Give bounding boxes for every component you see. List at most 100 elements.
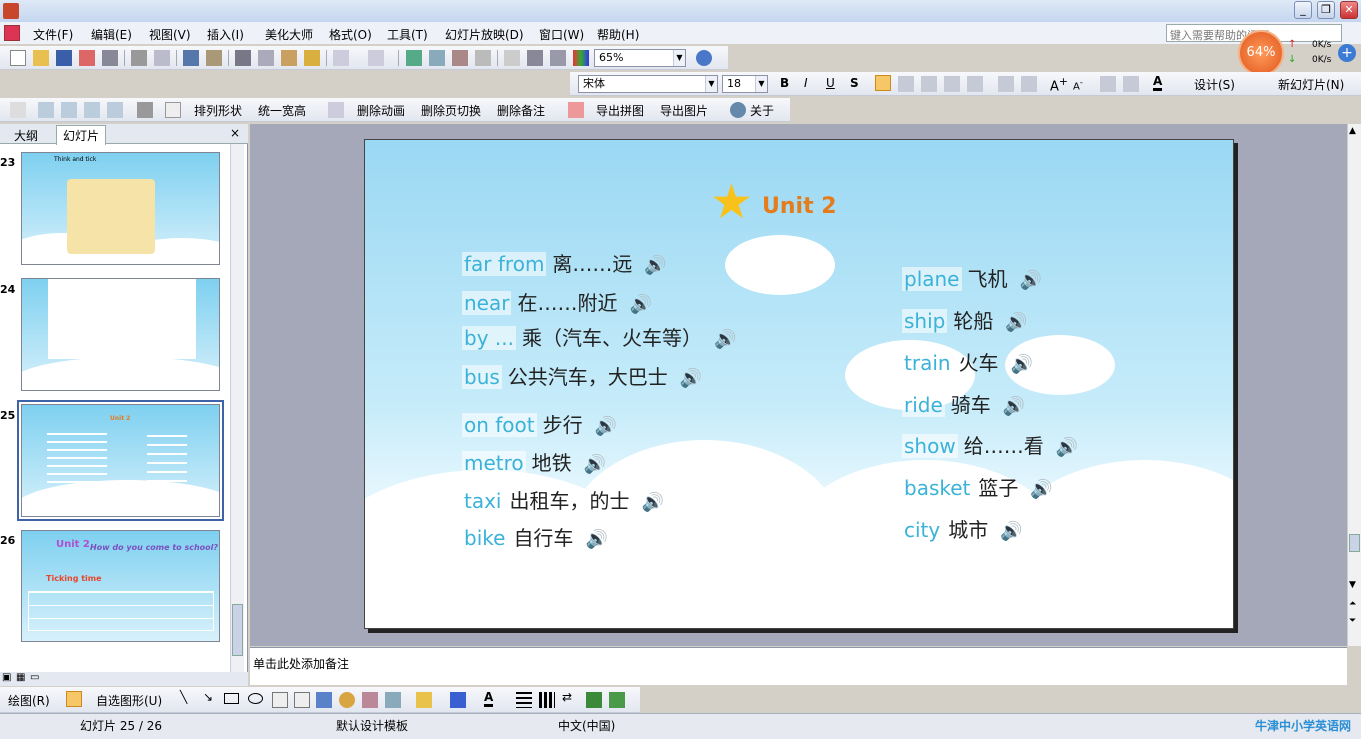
redo-icon[interactable] [368, 50, 384, 66]
panel-scrollbar[interactable] [230, 144, 244, 672]
speaker-icon[interactable]: 🔊 [1020, 270, 1042, 291]
paste-icon[interactable] [281, 50, 297, 66]
slideshow-view-icon[interactable]: ▭ [30, 672, 39, 683]
close-window-button[interactable]: ✕ [1340, 1, 1358, 19]
speaker-icon[interactable]: 🔊 [629, 294, 651, 315]
increase-indent-icon[interactable] [1123, 76, 1139, 92]
slide-thumbnail-24[interactable] [21, 278, 220, 391]
cut-icon[interactable] [235, 50, 251, 66]
grid-icon[interactable] [550, 50, 566, 66]
picture-icon[interactable] [385, 692, 401, 708]
textbox-icon[interactable] [272, 692, 288, 708]
fill-color-icon[interactable] [416, 692, 432, 708]
doc-icon[interactable] [4, 25, 20, 41]
format-painter-icon[interactable] [304, 50, 320, 66]
shadow-style-icon[interactable] [586, 692, 602, 708]
font-size-select[interactable]: 18 ▼ [722, 75, 768, 93]
copy-icon[interactable] [258, 50, 274, 66]
speaker-icon[interactable]: 🔊 [1000, 521, 1022, 542]
open-icon[interactable] [33, 50, 49, 66]
delete-notes-button[interactable]: 删除备注 [497, 102, 545, 119]
slide-vertical-scrollbar[interactable]: ▲ ▼ ⏶ ⏷ [1347, 124, 1361, 646]
bullets-icon[interactable] [1021, 76, 1037, 92]
restore-button[interactable]: ❐ [1317, 1, 1335, 19]
spelling-icon[interactable] [183, 50, 199, 66]
speaker-icon[interactable]: 🔊 [1030, 479, 1052, 500]
line-icon[interactable]: ╲ [180, 690, 187, 704]
tab-slides[interactable]: 幻灯片 [56, 125, 107, 145]
delete-animation-button[interactable]: 删除动画 [357, 102, 405, 119]
font-color-icon[interactable]: A [484, 690, 494, 707]
speaker-icon[interactable]: 🔊 [1011, 354, 1033, 375]
menu-beautify[interactable]: 美化大师 [265, 26, 313, 43]
speaker-icon[interactable]: 🔊 [1056, 437, 1078, 458]
save-icon[interactable] [56, 50, 72, 66]
print-preview-icon[interactable] [154, 50, 170, 66]
font-color-icon[interactable]: A [1153, 74, 1163, 91]
uniform-size-button[interactable]: 统一宽高 [258, 102, 306, 119]
justify-icon[interactable] [944, 76, 960, 92]
numbering-icon[interactable] [998, 76, 1014, 92]
line-color-icon[interactable] [450, 692, 466, 708]
speaker-icon[interactable]: 🔊 [1005, 312, 1027, 333]
speaker-icon[interactable]: 🔊 [714, 329, 736, 350]
insert-chart-icon[interactable] [406, 50, 422, 66]
layout-icon-1[interactable] [38, 102, 54, 118]
speaker-icon[interactable]: 🔊 [642, 492, 664, 513]
slide-thumbnail-23[interactable]: Think and tick [21, 152, 220, 265]
new-icon[interactable] [10, 50, 26, 66]
clipart-icon[interactable] [362, 692, 378, 708]
layout-icon-4[interactable] [107, 102, 123, 118]
help-icon[interactable] [696, 50, 712, 66]
arrange-shapes-button[interactable]: 排列形状 [194, 102, 242, 119]
menu-insert[interactable]: 插入(I) [207, 26, 244, 43]
normal-view-icon[interactable]: ▣ [2, 672, 11, 683]
page-icon[interactable] [165, 102, 181, 118]
new-page-icon[interactable] [10, 102, 26, 118]
panel-close-button[interactable]: × [230, 126, 240, 140]
permission-icon[interactable] [79, 50, 95, 66]
align-right-icon[interactable] [921, 76, 937, 92]
expand-all-icon[interactable] [504, 50, 520, 66]
research-icon[interactable] [206, 50, 222, 66]
speaker-icon[interactable]: 🔊 [680, 368, 702, 389]
export-icon[interactable] [568, 102, 584, 118]
scroll-thumb[interactable] [1349, 534, 1360, 552]
email-icon[interactable] [102, 50, 118, 66]
vertical-textbox-icon[interactable] [294, 692, 310, 708]
autoshapes-button[interactable]: 自选图形(U) [96, 692, 162, 709]
rectangle-icon[interactable] [224, 693, 239, 704]
increase-font-icon[interactable]: A+ [1050, 75, 1068, 94]
draw-menu-button[interactable]: 绘图(R) [8, 692, 50, 709]
decrease-font-icon[interactable]: A- [1073, 77, 1083, 92]
select-arrow-icon[interactable] [66, 691, 82, 707]
prev-slide-icon[interactable]: ⏶ [1349, 599, 1356, 609]
layout-icon-2[interactable] [61, 102, 77, 118]
delete-transition-button[interactable]: 删除页切换 [421, 102, 481, 119]
scroll-down-icon[interactable]: ▼ [1349, 580, 1356, 590]
slide-thumbnail-26[interactable]: Unit 2 How do you come to school? Tickin… [21, 530, 220, 642]
menu-format[interactable]: 格式(O) [329, 26, 372, 43]
wordart-icon[interactable] [316, 692, 332, 708]
speaker-icon[interactable]: 🔊 [644, 255, 666, 276]
layout-icon-3[interactable] [84, 102, 100, 118]
align-left-icon[interactable] [875, 75, 891, 91]
color-grayscale-icon[interactable] [573, 50, 589, 66]
plus-icon[interactable]: + [1338, 44, 1356, 62]
new-slide-button[interactable]: 新幻灯片(N) [1278, 76, 1344, 93]
3d-style-icon[interactable] [609, 692, 625, 708]
menu-slideshow[interactable]: 幻灯片放映(D) [445, 26, 524, 43]
export-image-button[interactable]: 导出图片 [660, 102, 708, 119]
menu-tools[interactable]: 工具(T) [387, 26, 428, 43]
slide-thumbnail-25[interactable]: Unit 2 [21, 404, 220, 517]
arrow-style-icon[interactable]: ⇄ [562, 690, 572, 704]
dash-style-icon[interactable] [539, 692, 555, 708]
speaker-icon[interactable]: 🔊 [1003, 396, 1025, 417]
italic-button[interactable]: I [804, 76, 808, 90]
text-style-icon[interactable] [328, 102, 344, 118]
shadow-button[interactable]: S [850, 76, 859, 90]
tables-borders-icon[interactable] [452, 50, 468, 66]
distribute-icon[interactable] [967, 76, 983, 92]
export-collage-button[interactable]: 导出拼图 [596, 102, 644, 119]
current-slide[interactable]: ★ Unit 2 far from 离……远 🔊 near 在……附近 🔊 by ...… [364, 139, 1234, 629]
